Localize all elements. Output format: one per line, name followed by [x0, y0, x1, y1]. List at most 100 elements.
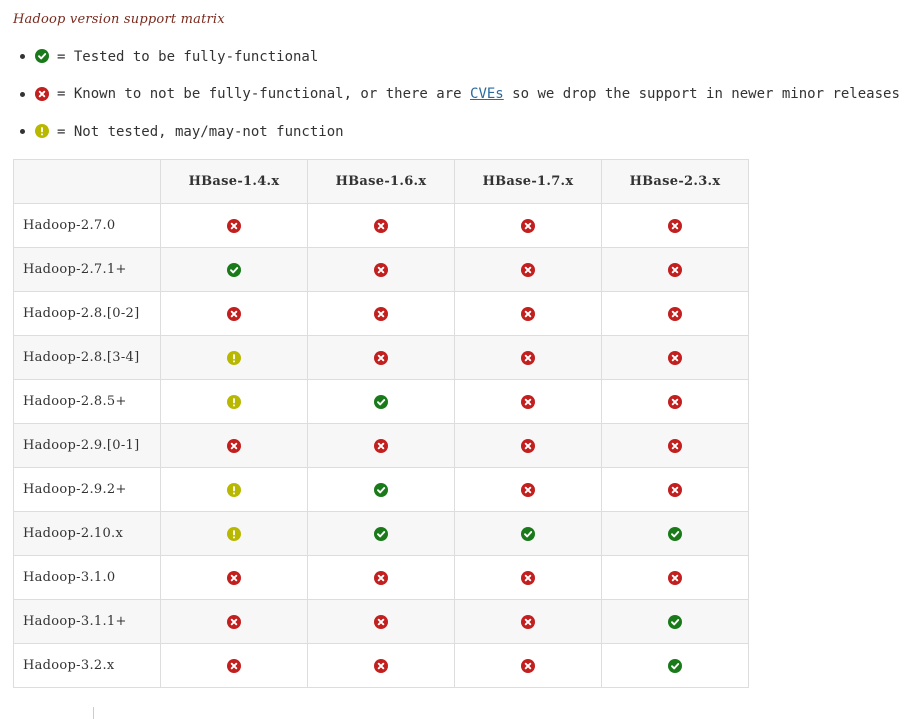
- support-matrix-table: HBase-1.4.x HBase-1.6.x HBase-1.7.x HBas…: [13, 159, 749, 688]
- exclamation-circle-icon: [227, 394, 241, 409]
- x-circle-icon: [521, 482, 535, 497]
- exclamation-circle-icon: [227, 526, 241, 541]
- check-circle-icon: [521, 526, 535, 541]
- x-circle-icon: [374, 350, 388, 365]
- x-circle-icon: [668, 394, 682, 409]
- support-cell: [307, 423, 455, 468]
- table-body: Hadoop-2.7.0 Hadoop-2.7.1+ Hadoop-2.8.[0-2…: [13, 203, 749, 688]
- x-circle-icon: [521, 614, 535, 629]
- support-cell: [307, 599, 455, 644]
- x-circle-icon: [668, 262, 682, 277]
- support-cell: [454, 467, 602, 512]
- support-cell: [601, 203, 749, 248]
- support-cell: [160, 511, 308, 556]
- table-row: Hadoop-2.7.1+: [13, 247, 749, 292]
- x-circle-icon: [521, 262, 535, 277]
- legend-text-tested: = Tested to be fully-functional: [57, 48, 319, 65]
- table-row: Hadoop-2.8.[3-4]: [13, 335, 749, 380]
- x-circle-icon: [668, 438, 682, 453]
- x-circle-icon: [668, 350, 682, 365]
- support-cell: [454, 203, 602, 248]
- x-circle-icon: [521, 438, 535, 453]
- x-circle-icon: [668, 218, 682, 233]
- row-header: Hadoop-2.7.0: [13, 203, 161, 248]
- x-circle-icon: [374, 306, 388, 321]
- x-circle-icon: [227, 614, 241, 629]
- corner-header: [13, 159, 161, 204]
- table-row: Hadoop-2.10.x: [13, 511, 749, 556]
- support-cell: [307, 335, 455, 380]
- x-circle-icon: [521, 350, 535, 365]
- x-circle-icon: [227, 438, 241, 453]
- legend-text-suffix: so we drop the support in newer minor re…: [503, 86, 900, 103]
- support-cell: [601, 599, 749, 644]
- legend-item-tested: = Tested to be fully-functional: [20, 38, 900, 76]
- row-header: Hadoop-2.8.5+: [13, 379, 161, 424]
- support-cell: [307, 467, 455, 512]
- row-header: Hadoop-2.8.[0-2]: [13, 291, 161, 336]
- support-cell: [601, 423, 749, 468]
- legend-text-not-tested: = Not tested, may/may-not function: [57, 123, 344, 140]
- x-circle-icon: [521, 658, 535, 673]
- x-circle-icon: [668, 570, 682, 585]
- table-row: Hadoop-3.2.x: [13, 643, 749, 688]
- support-cell: [160, 335, 308, 380]
- legend-item-not-functional: = Known to not be fully-functional, or t…: [20, 76, 900, 114]
- check-circle-icon: [374, 394, 388, 409]
- support-cell: [160, 423, 308, 468]
- check-circle-icon: [227, 262, 241, 277]
- column-header: HBase-1.7.x: [454, 159, 602, 204]
- support-cell: [454, 291, 602, 336]
- support-cell: [601, 379, 749, 424]
- check-circle-icon: [374, 526, 388, 541]
- cves-link[interactable]: CVEs: [470, 86, 504, 102]
- exclamation-circle-icon: [227, 482, 241, 497]
- x-circle-icon: [374, 438, 388, 453]
- row-header: Hadoop-3.1.0: [13, 555, 161, 600]
- support-cell: [307, 203, 455, 248]
- support-cell: [307, 291, 455, 336]
- check-circle-icon: [668, 614, 682, 629]
- support-cell: [454, 423, 602, 468]
- exclamation-circle-icon: [35, 124, 50, 139]
- support-cell: [160, 643, 308, 688]
- row-header: Hadoop-2.8.[3-4]: [13, 335, 161, 380]
- support-cell: [160, 291, 308, 336]
- support-cell: [454, 599, 602, 644]
- legend-item-not-tested: = Not tested, may/may-not function: [20, 113, 900, 151]
- support-cell: [601, 643, 749, 688]
- x-circle-icon: [374, 218, 388, 233]
- row-header: Hadoop-3.1.1+: [13, 599, 161, 644]
- x-circle-icon: [521, 570, 535, 585]
- legend-text-not-functional: = Known to not be fully-functional, or t…: [57, 86, 900, 102]
- legend-text-part: = Known to not be fully-functional, or t…: [57, 86, 471, 103]
- row-header: Hadoop-2.9.[0-1]: [13, 423, 161, 468]
- table-row: Hadoop-2.8.[0-2]: [13, 291, 749, 336]
- bullet-dot: [20, 91, 25, 97]
- support-cell: [160, 555, 308, 600]
- check-circle-icon: [668, 526, 682, 541]
- support-cell: [601, 291, 749, 336]
- table-row: Hadoop-3.1.1+: [13, 599, 749, 644]
- x-circle-icon: [374, 658, 388, 673]
- support-cell: [160, 599, 308, 644]
- support-cell: [307, 511, 455, 556]
- x-circle-icon: [35, 86, 50, 102]
- support-cell: [454, 511, 602, 556]
- support-cell: [601, 511, 749, 556]
- matrix-caption: Hadoop version support matrix: [13, 12, 225, 27]
- row-header: Hadoop-2.7.1+: [13, 247, 161, 292]
- bullet-dot: [20, 54, 25, 60]
- x-circle-icon: [521, 394, 535, 409]
- column-header: HBase-1.6.x: [307, 159, 455, 204]
- table-row: Hadoop-2.9.[0-1]: [13, 423, 749, 468]
- check-circle-icon: [35, 49, 50, 64]
- support-cell: [160, 379, 308, 424]
- x-circle-icon: [521, 218, 535, 233]
- row-header: Hadoop-2.10.x: [13, 511, 161, 556]
- x-circle-icon: [227, 658, 241, 673]
- x-circle-icon: [521, 306, 535, 321]
- row-header: Hadoop-3.2.x: [13, 643, 161, 688]
- support-cell: [307, 643, 455, 688]
- support-cell: [601, 247, 749, 292]
